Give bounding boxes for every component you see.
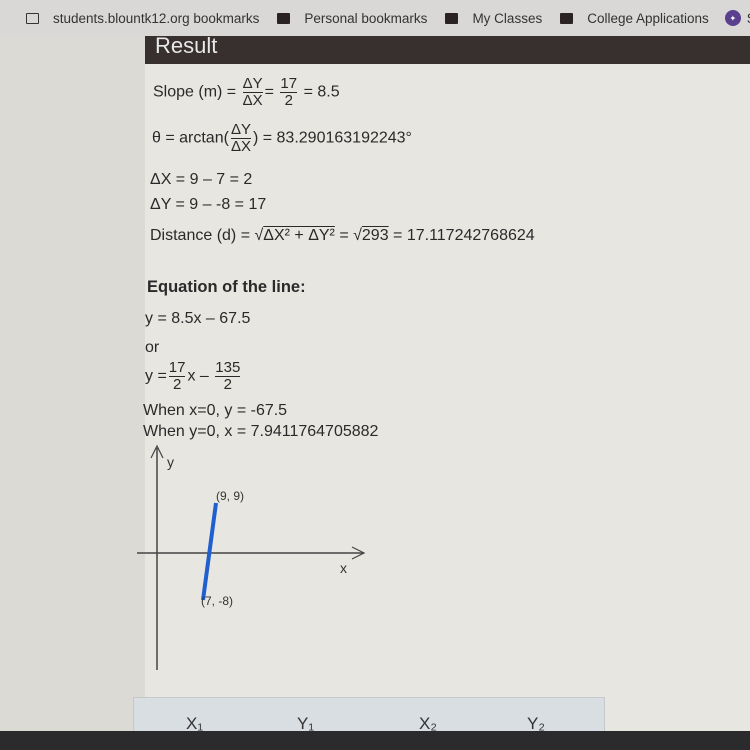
point-label-2: (7, -8)	[201, 594, 233, 608]
x-axis-label: x	[340, 560, 347, 576]
plotted-line	[201, 502, 218, 601]
line-graph: y x (9, 9) (7, -8)	[137, 444, 366, 670]
point-label-1: (9, 9)	[216, 489, 244, 503]
screen-bezel	[0, 731, 750, 750]
y-axis-label: y	[167, 454, 174, 470]
